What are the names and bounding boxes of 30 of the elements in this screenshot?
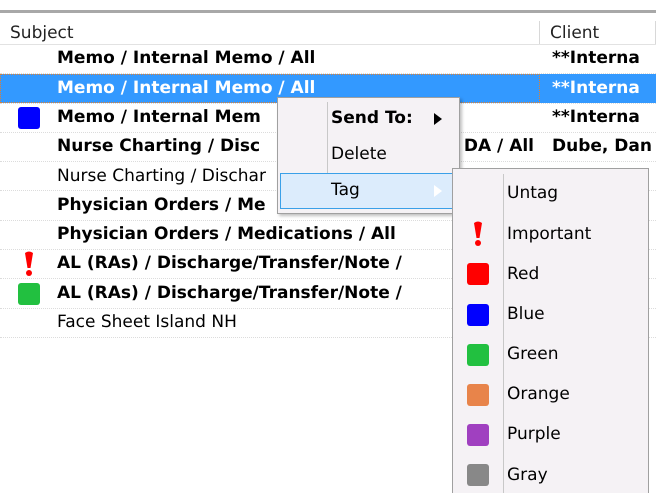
subject-text-fragment: DA / All [464,135,535,158]
menu-item[interactable]: Delete [280,137,457,173]
client-text: **Interna [552,106,640,129]
submenu-arrow-icon [434,113,442,125]
subject-text: Face Sheet Island NH [57,311,237,334]
menu-item[interactable]: Send To: [280,101,457,137]
subject-text: Nurse Charting / Dischar [57,164,266,188]
client-text: **Interna [552,76,640,100]
subject-text: Memo / Internal Mem [57,106,261,129]
subject-text: Physician Orders / Medications / All [57,223,396,246]
subject-text: AL (RAs) / Discharge/Transfer/Note / [57,252,402,276]
menu-item[interactable]: Purple [453,415,648,456]
subject-text: AL (RAs) / Discharge/Transfer/Note / [57,282,402,305]
subject-text: Memo / Internal Memo / All [57,47,316,70]
exclamation-icon [22,251,34,278]
client-text: Dube, Dan [552,135,652,158]
subject-text: Memo / Internal Memo / All [57,76,316,100]
exclamation-icon [472,221,484,248]
menu-item-label: Gray [506,464,548,487]
menu-item-label: Green [506,343,558,366]
menu-item[interactable]: Gray [453,455,648,493]
menu-item-label: Untag [506,182,558,206]
menu-item-label: Purple [506,423,561,446]
menu-item[interactable]: Orange [453,374,648,416]
menu-item-label: Orange [506,383,570,406]
submenu-arrow-icon [434,185,442,197]
client-text: **Interna [552,47,640,70]
menu-item-label: Important [506,222,592,246]
subject-text: Nurse Charting / Disc [57,135,260,158]
subject-text: Physician Orders / Me [57,194,266,217]
